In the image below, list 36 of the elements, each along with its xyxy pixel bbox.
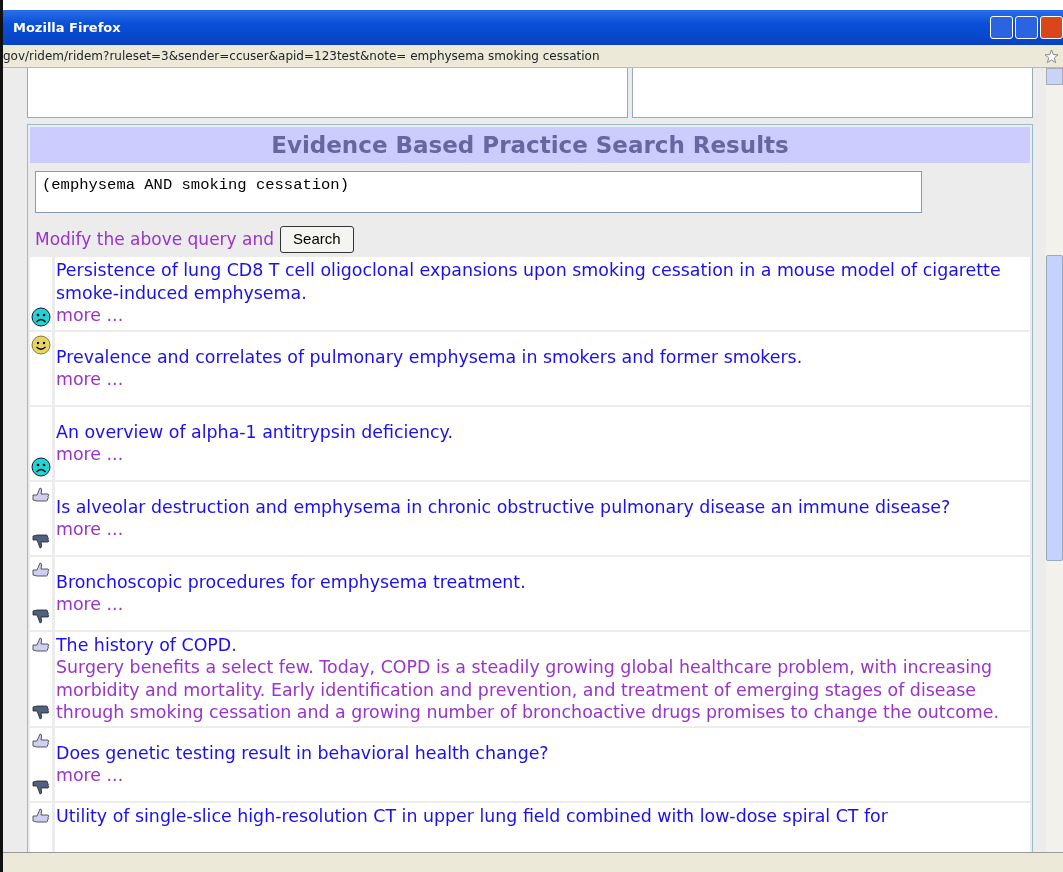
minimize-button[interactable] [990, 16, 1013, 39]
star-icon[interactable] [1044, 48, 1059, 64]
result-title-link[interactable]: An overview of alpha-1 antitrypsin deficiency. [56, 420, 1030, 443]
thumbs-down-icon[interactable] [31, 703, 51, 723]
more-link[interactable]: more ... [56, 443, 124, 466]
window-title: Mozilla Firefox [13, 18, 121, 37]
more-link[interactable]: more ... [56, 518, 124, 541]
more-link[interactable]: more ... [56, 368, 124, 391]
search-button[interactable]: Search [280, 226, 354, 253]
result-title-link[interactable]: Persistence of lung CD8 T cell oligoclonal expansions upon smoking cessation in a mouse model of cigarette smoke-induced emphysema. [56, 259, 1030, 305]
more-link[interactable]: more ... [56, 764, 124, 787]
results-heading: Evidence Based Practice Search Results [30, 127, 1030, 163]
thumbs-down-icon[interactable] [31, 778, 51, 798]
query-field[interactable]: (emphysema AND smoking cessation) [35, 171, 922, 213]
result-summary: Surgery benefits a select few. Today, COPD is a steadily growing global healthcare problem, with increasing morbidity and mortality. Early identification and prevention, and treatment of emerging stages of disease through smoking cessation and a growing number of bronchoactive drugs promises to change the outcome. [56, 656, 1000, 724]
result-title-link[interactable]: Does genetic testing result in behavioral health change? [56, 741, 1030, 764]
thumbs-down-icon[interactable] [31, 607, 51, 627]
result-title-link[interactable]: Is alveolar destruction and emphysema in chronic obstructive pulmonary disease an immune disease? [56, 495, 1030, 518]
scrollbar[interactable] [1046, 68, 1063, 852]
more-link[interactable]: more ... [56, 593, 124, 616]
close-button[interactable] [1040, 16, 1063, 39]
more-link[interactable]: more ... [56, 304, 124, 327]
thumbs-up-icon[interactable] [31, 635, 51, 655]
modify-prompt: Modify the above query and [35, 227, 275, 251]
maximize-button[interactable] [1015, 16, 1038, 39]
result-title-link[interactable]: The history of COPD. [56, 633, 1030, 656]
thumbs-up-icon[interactable] [31, 806, 51, 826]
sad-face-icon[interactable] [31, 457, 51, 477]
smiley-face-icon[interactable] [31, 335, 51, 355]
thumbs-up-icon[interactable] [31, 731, 51, 751]
thumbs-up-icon[interactable] [31, 560, 51, 580]
result-title-link[interactable]: Prevalence and correlates of pulmonary emphysema in smokers and former smokers. [56, 345, 1030, 368]
result-title-link[interactable]: Bronchoscopic procedures for emphysema treatment. [56, 570, 1030, 593]
sad-face-icon[interactable] [31, 307, 51, 327]
thumbs-down-icon[interactable] [31, 532, 51, 552]
thumbs-up-icon[interactable] [31, 485, 51, 505]
